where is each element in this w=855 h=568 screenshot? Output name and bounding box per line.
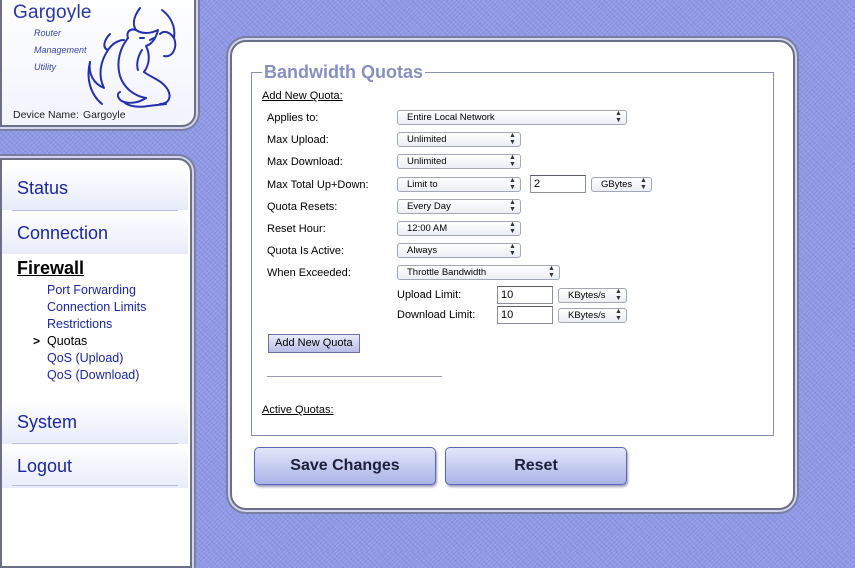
upload-limit-unit-select[interactable]: KBytes/s ▲ ▼ [558,288,627,303]
max-download-select[interactable]: Unlimited ▲ ▼ [397,154,521,169]
applies-to-select[interactable]: Entire Local Network ▲ ▼ [397,110,627,125]
max-upload-select[interactable]: Unlimited ▲ ▼ [397,132,521,147]
select-arrows-icon: ▲ ▼ [509,177,516,191]
nav-port-forwarding[interactable]: Port Forwarding [47,283,136,297]
reset-hour-label: Reset Hour: [267,223,326,235]
select-arrows-icon: ▲ ▼ [509,243,516,257]
max-total-unit-select[interactable]: GBytes ▲ ▼ [591,177,652,192]
quota-resets-label: Quota Resets: [267,201,338,213]
nav-panel: Status Connection Firewall Port Forwardi… [0,158,192,568]
select-arrows-icon: ▲ ▼ [509,221,516,235]
reset-button[interactable]: Reset [445,447,627,485]
nav-quotas[interactable]: Quotas [47,334,87,348]
page-title: Bandwidth Quotas [264,62,423,82]
select-arrows-icon: ▲ ▼ [509,199,516,213]
nav-firewall[interactable]: Firewall [17,258,84,279]
active-arrow-icon: > [33,334,41,348]
download-limit-unit-select[interactable]: KBytes/s ▲ ▼ [558,308,627,323]
tagline-router: Router [34,28,62,38]
download-limit-label: Download Limit: [397,309,476,321]
max-total-label: Max Total Up+Down: [267,179,369,191]
device-value: Gargoyle [82,109,126,121]
save-changes-button[interactable]: Save Changes [254,447,436,485]
section-divider [267,376,442,377]
select-arrows-icon: ▲ ▼ [615,308,622,322]
device-name: Device Name: Gargoyle [13,109,130,121]
download-limit-input[interactable]: 10 [497,306,553,324]
quota-active-select[interactable]: Always ▲ ▼ [397,243,521,258]
add-quota-heading: Add New Quota: [262,90,343,102]
quota-active-label: Quota Is Active: [267,245,345,257]
select-arrows-icon: ▲ ▼ [615,110,622,124]
nav-connection-limits[interactable]: Connection Limits [47,300,146,314]
applies-to-label: Applies to: [267,112,319,124]
logo-panel: Gargoyle Router Management Utility Devic… [0,0,196,127]
max-upload-label: Max Upload: [267,134,329,146]
max-total-select[interactable]: Limit to ▲ ▼ [397,177,521,192]
select-arrows-icon: ▲ ▼ [615,288,622,302]
nav-qos-upload[interactable]: QoS (Upload) [47,351,123,365]
select-arrows-icon: ▲ ▼ [640,177,647,191]
when-exceeded-label: When Exceeded: [267,267,351,279]
nav-status[interactable]: Status [2,166,188,210]
gargoyle-logo-icon [87,7,177,108]
select-arrows-icon: ▲ ▼ [548,265,555,279]
nav-system[interactable]: System [2,400,188,444]
select-arrows-icon: ▲ ▼ [509,132,516,146]
active-quotas-heading: Active Quotas: [262,404,334,416]
upload-limit-label: Upload Limit: [397,289,462,301]
nav-restrictions[interactable]: Restrictions [47,317,112,331]
nav-logout[interactable]: Logout [2,444,188,488]
quota-resets-select[interactable]: Every Day ▲ ▼ [397,199,521,214]
max-download-label: Max Download: [267,156,343,168]
upload-limit-input[interactable]: 10 [497,286,553,304]
nav-divider [12,485,178,486]
reset-hour-select[interactable]: 12:00 AM ▲ ▼ [397,221,521,236]
tagline-utility: Utility [34,62,56,72]
nav-qos-download[interactable]: QoS (Download) [47,368,139,382]
nav-connection[interactable]: Connection [2,211,188,255]
max-total-amount-input[interactable]: 2 [530,175,586,193]
when-exceeded-select[interactable]: Throttle Bandwidth ▲ ▼ [397,265,560,280]
device-label: Device Name: [13,109,79,121]
tagline-management: Management [34,45,87,55]
select-arrows-icon: ▲ ▼ [509,154,516,168]
add-new-quota-button[interactable]: Add New Quota [268,334,360,353]
content-panel: Bandwidth Quotas Add New Quota: Applies … [230,40,795,510]
